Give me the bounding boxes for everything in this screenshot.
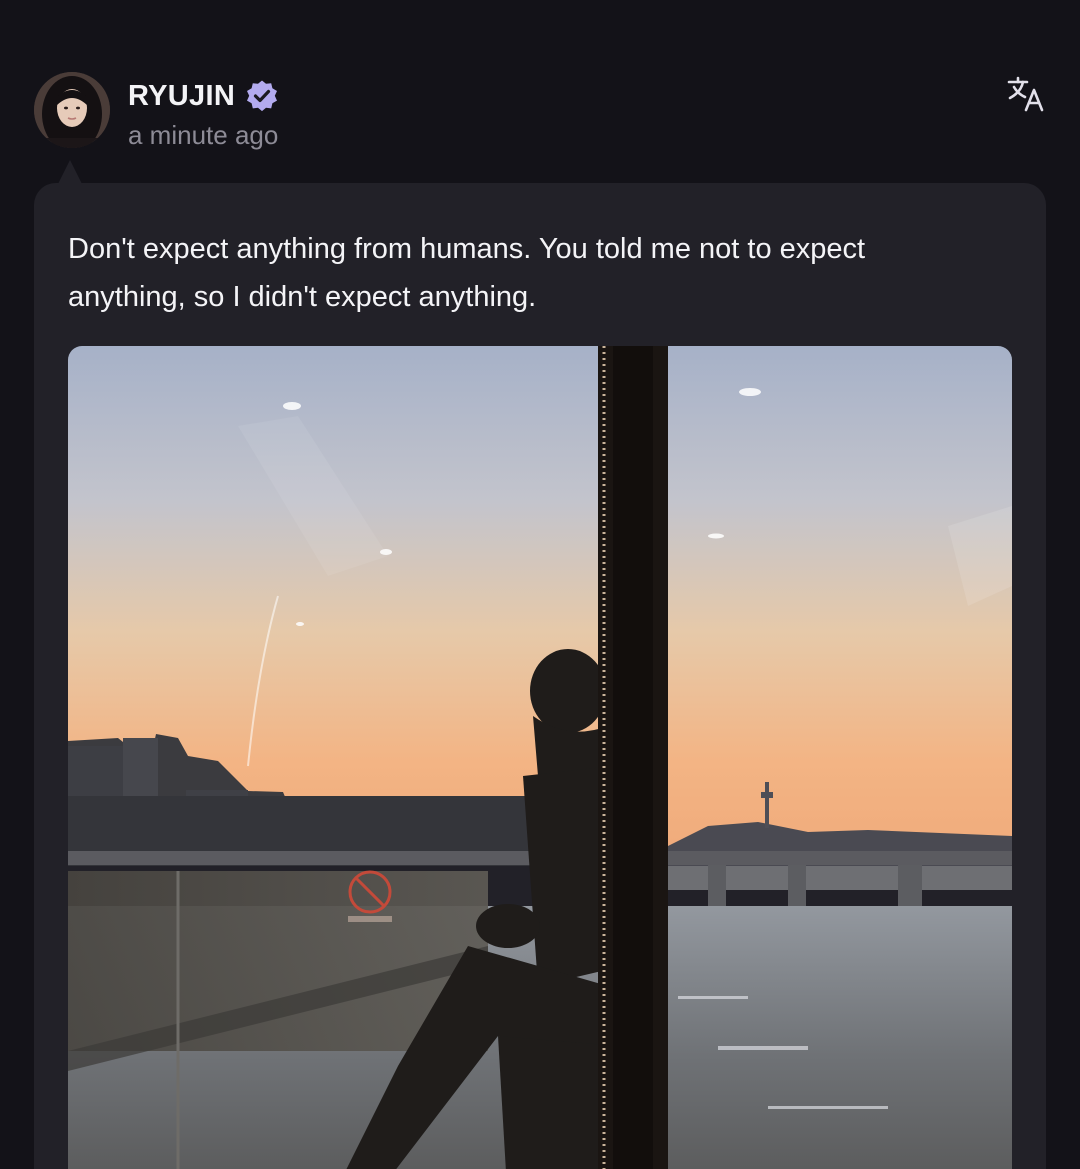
author-avatar[interactable] bbox=[34, 72, 110, 148]
post-photo[interactable] bbox=[68, 346, 1012, 1169]
post-card: Don't expect anything from humans. You t… bbox=[34, 183, 1046, 1169]
post-header: RYUJIN a minute ago bbox=[34, 72, 1046, 152]
translate-icon bbox=[1007, 76, 1044, 112]
author-name[interactable]: RYUJIN bbox=[128, 80, 235, 113]
post-text: Don't expect anything from humans. You t… bbox=[68, 233, 866, 313]
avatar-image bbox=[34, 72, 110, 148]
post-timestamp: a minute ago bbox=[128, 120, 279, 150]
post-photo-image bbox=[68, 346, 1012, 1169]
post-screen: RYUJIN a minute ago Don't expect anythin… bbox=[0, 0, 1080, 1169]
translate-button[interactable] bbox=[1006, 74, 1046, 114]
verified-badge-icon bbox=[245, 79, 279, 113]
author-name-row: RYUJIN bbox=[128, 78, 279, 114]
card-pointer bbox=[58, 160, 82, 184]
